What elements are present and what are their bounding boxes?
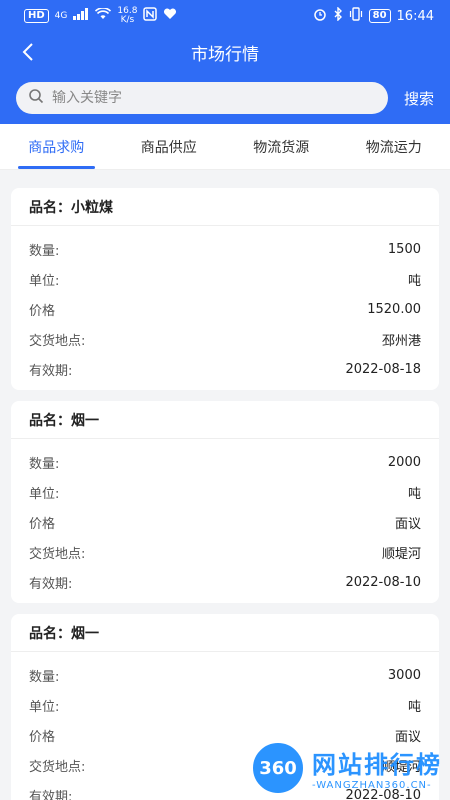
net-speed: 16.8 K/s [117, 6, 138, 25]
nav-header: 市场行情 [0, 32, 450, 72]
search-box[interactable] [16, 82, 388, 114]
product-name: 烟一 [71, 412, 99, 429]
wifi-icon [95, 7, 112, 24]
listing-card[interactable]: 品名： 小粒煤 数量: 1500 单位: 吨 价格 1520.00 交货地点: 邳州港 … [11, 188, 439, 390]
heart-app-icon [163, 8, 177, 24]
card-title: 品名： 小粒煤 [11, 188, 439, 226]
unit-row: 单位: 吨 [29, 699, 421, 715]
vibrate-icon [349, 7, 363, 25]
bluetooth-icon [333, 6, 343, 25]
tab-buy[interactable]: 商品求购 [0, 124, 113, 169]
page-title: 市场行情 [191, 44, 259, 65]
watermark: 360 网站排行榜 -WANGZHAN360.CN- [250, 740, 442, 796]
product-name: 烟一 [71, 625, 99, 642]
quantity-row: 数量: 1500 [29, 241, 421, 259]
unit-row: 单位: 吨 [29, 273, 421, 289]
listing-list: 品名： 小粒煤 数量: 1500 单位: 吨 价格 1520.00 交货地点: 邳州港 … [0, 170, 450, 800]
tab-logistics-capacity[interactable]: 物流运力 [338, 124, 450, 169]
location-row: 交货地点: 邳州港 [29, 333, 421, 349]
search-icon [28, 88, 44, 108]
price-row: 价格 1520.00 [29, 301, 421, 319]
status-bar: HD 4G 16.8 K/s 80 16:44 [0, 0, 450, 32]
nfc-icon [143, 7, 158, 25]
price-row: 价格 面议 [29, 516, 421, 532]
card-title: 品名： 烟一 [11, 614, 439, 652]
watermark-title: 网站排行榜 [312, 751, 442, 779]
signal-icon [73, 8, 89, 24]
search-button[interactable]: 搜索 [404, 88, 434, 109]
listing-card[interactable]: 品名： 烟一 数量: 2000 单位: 吨 价格 面议 交货地点: 顺堤河 有效期: 20… [11, 401, 439, 603]
top-bar: HD 4G 16.8 K/s 80 16:44 市场行情 输入关键字 搜索 [0, 0, 450, 124]
unit-row: 单位: 吨 [29, 486, 421, 502]
clock: 16:44 [396, 8, 434, 24]
tab-logistics-cargo[interactable]: 物流货源 [225, 124, 338, 169]
card-title: 品名： 烟一 [11, 401, 439, 439]
network-badge: 4G [54, 11, 68, 21]
tab-supply[interactable]: 商品供应 [113, 124, 226, 169]
validity-row: 有效期: 2022-08-10 [29, 574, 421, 592]
search-input[interactable] [52, 90, 376, 106]
quantity-row: 数量: 2000 [29, 454, 421, 472]
location-row: 交货地点: 顺堤河 [29, 546, 421, 562]
battery-icon: 80 [368, 9, 391, 23]
alarm-icon [313, 7, 327, 25]
validity-row: 有效期: 2022-08-18 [29, 361, 421, 379]
category-tabs: 商品求购 商品供应 物流货源 物流运力 [0, 124, 450, 170]
search-row: 搜索 [0, 72, 450, 124]
product-name: 小粒煤 [71, 199, 113, 216]
watermark-subtitle: -WANGZHAN360.CN- [312, 780, 432, 791]
quantity-row: 数量: 3000 [29, 667, 421, 685]
back-arrow-icon[interactable] [14, 38, 42, 66]
hd-badge: HD [24, 9, 49, 23]
watermark-logo: 360 [250, 740, 306, 796]
